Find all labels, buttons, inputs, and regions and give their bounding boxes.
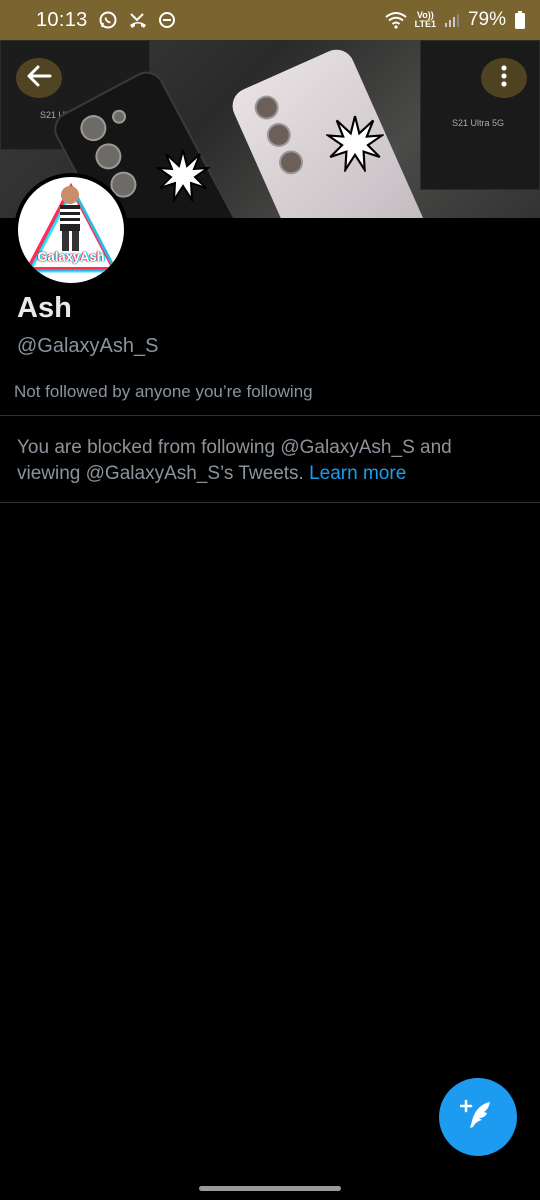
avatar-name-text: GalaxyAsh (37, 249, 105, 264)
status-time: 10:13 (36, 8, 88, 31)
missed-call-icon (128, 10, 148, 30)
more-options-button[interactable] (481, 58, 527, 98)
profile-name: Ash (17, 292, 72, 324)
wifi-icon (385, 11, 407, 29)
compose-tweet-icon (459, 1097, 496, 1138)
network-label: Vo)) LTE1 (415, 11, 436, 29)
divider-top (0, 415, 540, 416)
lte-label: LTE1 (414, 19, 436, 29)
battery-percent: 79% (467, 9, 506, 30)
profile-handle: @GalaxyAsh_S (17, 335, 159, 357)
avatar-image: GalaxyAsh (18, 177, 124, 283)
avatar[interactable]: GalaxyAsh (14, 173, 128, 287)
compose-tweet-button[interactable] (439, 1078, 517, 1156)
blocked-notice: You are blocked from following @GalaxyAs… (17, 435, 517, 487)
do-not-disturb-icon (158, 11, 176, 29)
avatar-illustration (24, 182, 119, 273)
status-bar: 10:13 Vo)) LTE1 79% (0, 0, 540, 40)
starburst-sticker-right (326, 115, 384, 172)
banner-box-right (420, 40, 540, 190)
signal-icon (444, 12, 460, 28)
divider-bottom (0, 502, 540, 503)
whatsapp-icon (98, 10, 118, 30)
status-left: 10:13 (36, 9, 176, 32)
back-arrow-icon (26, 65, 52, 92)
battery-icon (514, 10, 526, 30)
banner-box-label-right: S21 Ultra 5G (452, 118, 505, 128)
starburst-sticker-left (156, 149, 210, 202)
home-indicator[interactable] (199, 1186, 341, 1191)
learn-more-link[interactable]: Learn more (309, 463, 406, 484)
status-right: Vo)) LTE1 79% (385, 9, 526, 31)
back-button[interactable] (16, 58, 62, 98)
followed-by-text: Not followed by anyone you’re following (14, 382, 313, 401)
more-vertical-icon (500, 64, 508, 93)
